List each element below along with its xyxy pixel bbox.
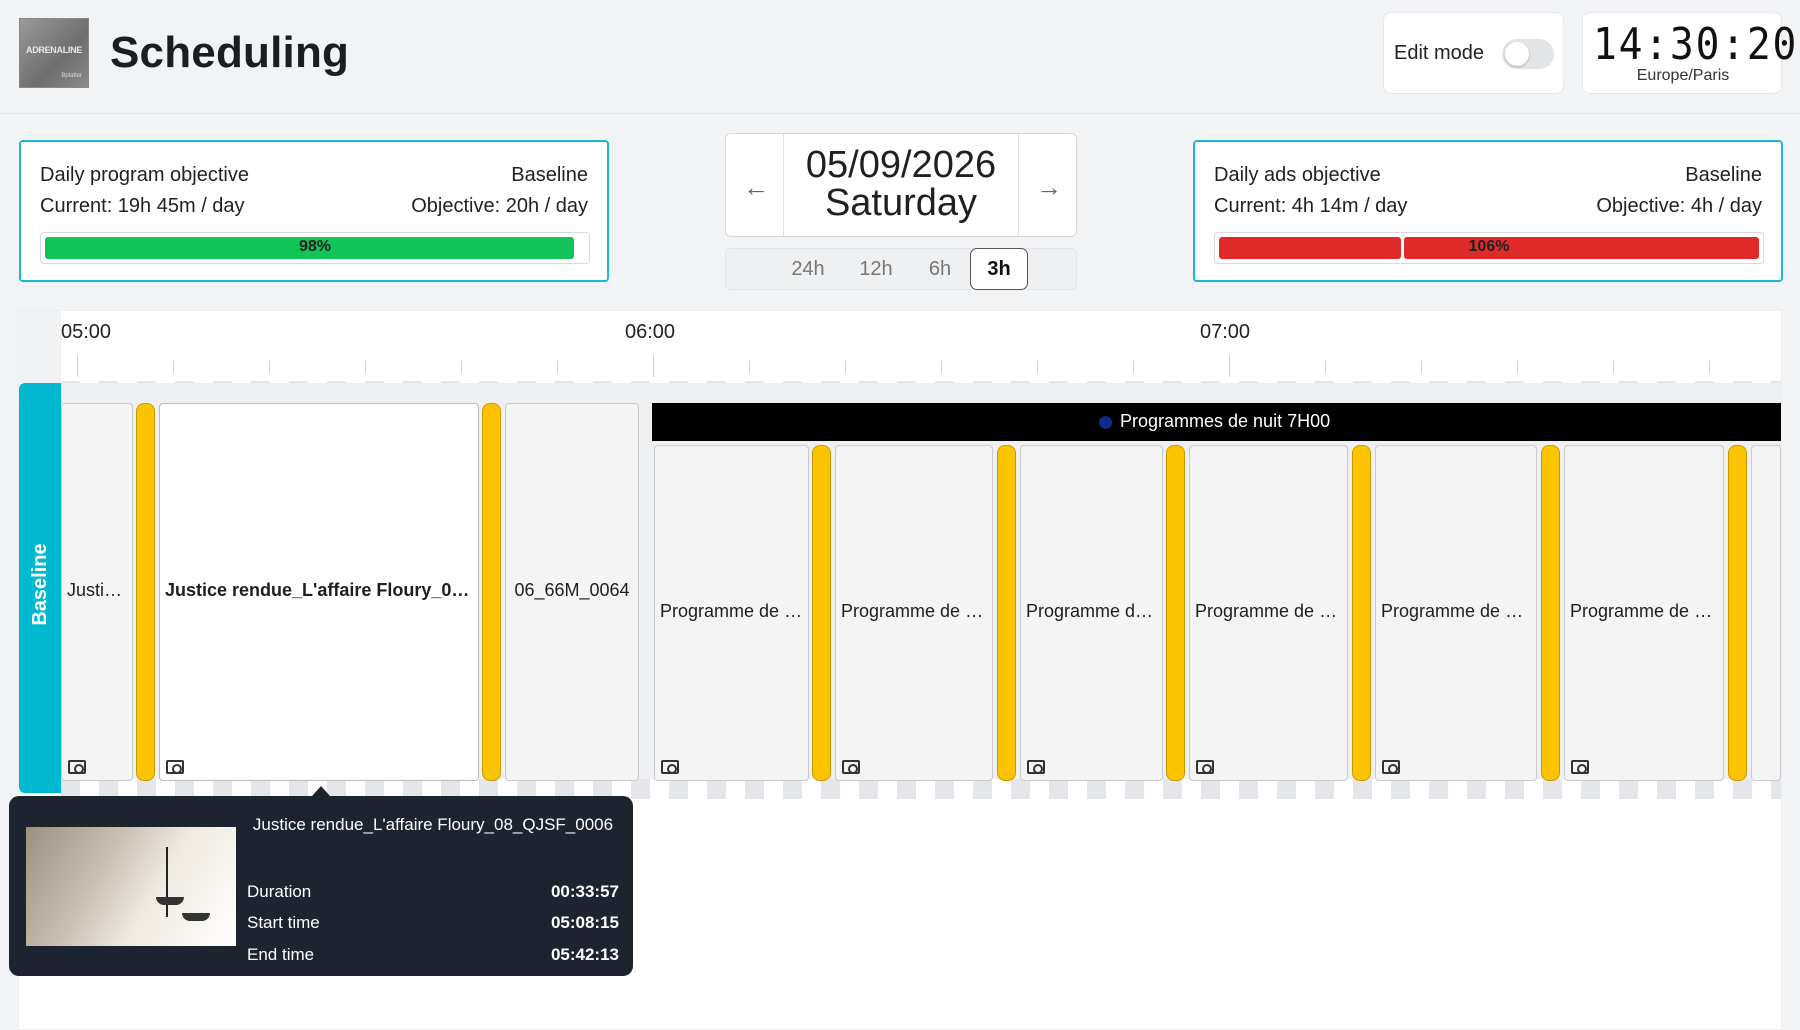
ruler-tick (1133, 361, 1134, 373)
date-navigator: ← 05/09/2026 Saturday → (725, 133, 1077, 237)
program-group-bar[interactable]: Programmes de nuit 7H00 (652, 403, 1781, 441)
program-block[interactable]: Programme de nuit (654, 445, 809, 781)
ruler-tick (1037, 361, 1038, 373)
range-24h[interactable]: 24h (776, 249, 840, 289)
ruler-tick (1613, 361, 1614, 373)
program-block[interactable]: 06_66M_0064 (505, 403, 639, 781)
program-block[interactable] (1751, 445, 1781, 781)
ad-block[interactable] (1166, 445, 1185, 781)
program-block[interactable]: Programme de nuit (1564, 445, 1724, 781)
media-icon (1196, 760, 1214, 774)
edit-mode-label: Edit mode (1394, 42, 1485, 64)
clock-time: 14:30:20 (1593, 19, 1799, 70)
lane-label-baseline[interactable]: Baseline (19, 383, 61, 793)
edit-mode-control: Edit mode (1383, 12, 1564, 94)
ad-block[interactable] (812, 445, 831, 781)
ruler-tick (1229, 355, 1230, 377)
ruler-tick (557, 361, 558, 373)
ruler-tick (77, 355, 78, 377)
range-12h[interactable]: 12h (844, 249, 908, 289)
range-3h[interactable]: 3h (970, 248, 1028, 290)
ruler-tick (749, 361, 750, 373)
clock-timezone: Europe/Paris (1636, 67, 1730, 84)
ad-block[interactable] (997, 445, 1016, 781)
current-date: 05/09/2026 (805, 144, 997, 186)
media-icon (68, 760, 86, 774)
arrow-left-icon: ← (743, 172, 769, 202)
media-icon (1027, 760, 1045, 774)
toggle-knob (1505, 42, 1529, 66)
ads-objective-target: Objective: 4h / day (1596, 195, 1762, 217)
block-tooltip: Justice rendue_L'affaire Floury_08_QJSF_… (9, 786, 633, 976)
media-icon (1382, 760, 1400, 774)
ad-block[interactable] (1541, 445, 1560, 781)
time-range-selector: 24h 12h 6h 3h (725, 248, 1077, 290)
arrow-right-icon: → (1036, 172, 1062, 202)
ad-block[interactable] (1728, 445, 1747, 781)
brand-logo: ADRENALINE Bplatter (19, 18, 89, 88)
program-block[interactable]: Programme de nuit (1375, 445, 1537, 781)
program-block[interactable]: Programme de nuit (1189, 445, 1348, 781)
media-icon (842, 760, 860, 774)
current-day: Saturday (824, 182, 978, 224)
program-block[interactable]: Justice rendue_L'affaire Floury_07 (61, 403, 133, 781)
program-objective-target: Objective: 20h / day (411, 195, 588, 217)
ruler-tick (1421, 361, 1422, 373)
ruler-tick (365, 361, 366, 373)
program-objective-card: Daily program objective Baseline Current… (19, 140, 609, 282)
media-icon (1571, 760, 1589, 774)
program-block[interactable]: Programme de nuit (835, 445, 993, 781)
page-title: Scheduling (110, 28, 350, 77)
ads-objective-baseline: Baseline (1685, 164, 1762, 186)
program-objective-title: Daily program objective (40, 164, 249, 186)
ad-block[interactable] (482, 403, 501, 781)
media-icon (166, 760, 184, 774)
thumbnail-image (26, 827, 236, 946)
ads-progress-label: 106% (1468, 238, 1510, 255)
ruler-tick (1325, 361, 1326, 373)
ruler-corner (19, 311, 61, 383)
ads-objective-card: Daily ads objective Baseline Current: 4h… (1193, 140, 1783, 282)
time-label-0700: 07:00 (1200, 321, 1251, 343)
media-icon (661, 760, 679, 774)
ruler-tick (1709, 361, 1710, 373)
program-objective-current: Current: 19h 45m / day (40, 195, 245, 217)
range-6h[interactable]: 6h (912, 249, 968, 289)
program-block-selected[interactable]: Justice rendue_L'affaire Floury_08_QJSF_… (159, 403, 479, 781)
ads-objective-current: Current: 4h 14m / day (1214, 195, 1408, 217)
app-header: ADRENALINE Bplatter Scheduling Edit mode… (0, 0, 1800, 114)
ruler-tick (941, 361, 942, 373)
group-label: Programmes de nuit 7H00 (1120, 411, 1331, 431)
ad-block[interactable] (1352, 445, 1371, 781)
time-label-0500: 05:00 (61, 321, 112, 343)
next-day-button[interactable]: → (1018, 134, 1076, 236)
ad-block[interactable] (136, 403, 155, 781)
tooltip-title: Justice rendue_L'affaire Floury_08_QJSF_… (252, 815, 614, 834)
ruler-tick (653, 355, 654, 377)
program-block[interactable]: Programme de nuit (1020, 445, 1163, 781)
program-progress-label: 98% (298, 238, 332, 255)
ruler-tick (845, 361, 846, 373)
group-color-dot (1099, 416, 1112, 429)
edit-mode-toggle[interactable] (1502, 39, 1554, 69)
ruler-tick (269, 361, 270, 373)
ads-objective-title: Daily ads objective (1214, 164, 1381, 186)
previous-day-button[interactable]: ← (726, 134, 784, 236)
program-progress-bar: 98% (40, 232, 590, 264)
ruler-tick (173, 361, 174, 373)
clock-widget: 14:30:20 Europe/Paris (1582, 12, 1799, 94)
ruler-tick (461, 361, 462, 373)
time-label-0600: 06:00 (625, 321, 676, 343)
ruler-tick (1517, 361, 1518, 373)
program-objective-baseline: Baseline (511, 164, 588, 186)
ads-progress-bar: 106% (1214, 232, 1764, 264)
